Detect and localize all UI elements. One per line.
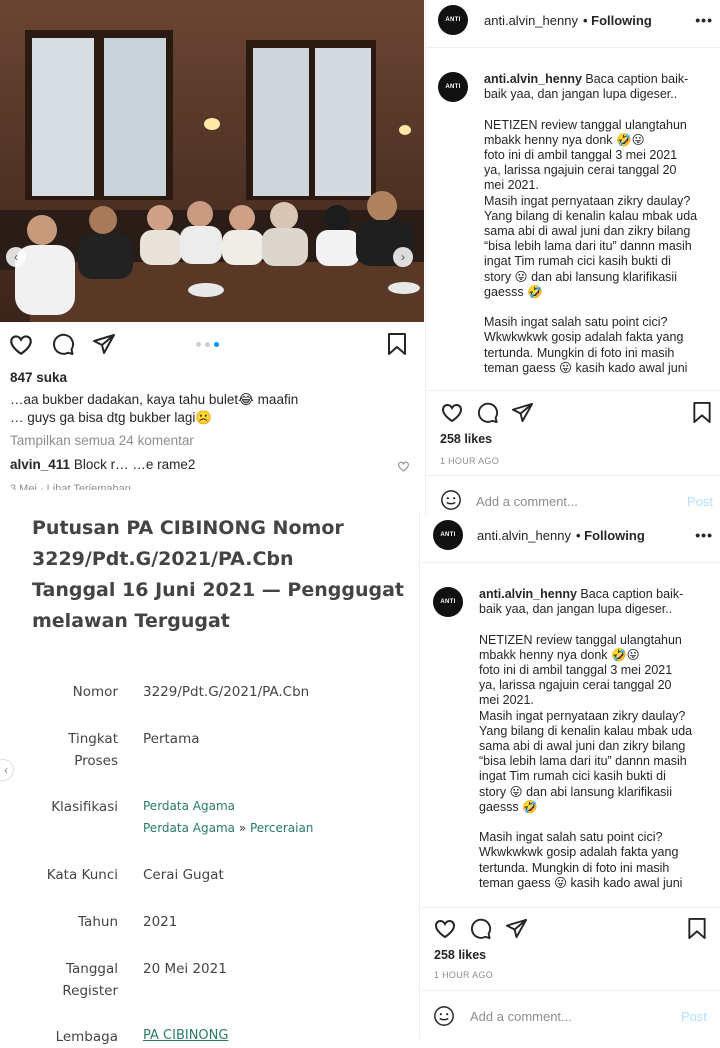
caption-text: anti.alvin_henny Baca caption baik- baik…: [484, 72, 698, 375]
carousel-next-button[interactable]: ›: [393, 247, 413, 267]
share-icon[interactable]: [511, 401, 534, 424]
label-register: Register: [62, 983, 118, 999]
document-title: Putusan PA CIBINONG Nomor 3229/Pdt.G/202…: [32, 517, 404, 632]
avatar[interactable]: ANTI: [433, 520, 463, 550]
caption-block: ANTI anti.alvin_henny Baca caption baik-…: [433, 587, 713, 905]
link-perdata-agama[interactable]: Perdata Agama: [143, 799, 235, 813]
bookmark-icon[interactable]: [386, 332, 408, 356]
caption-block: ANTI anti.alvin_henny Baca caption baik-…: [438, 72, 713, 387]
comment-icon[interactable]: [476, 401, 499, 424]
view-all-comments-link[interactable]: Tampilkan semua 24 komentar: [10, 433, 194, 448]
likes-count[interactable]: 847 suka: [10, 370, 67, 385]
heart-icon[interactable]: [433, 917, 457, 939]
likes-count[interactable]: 258 likes: [440, 432, 492, 446]
caption-line: …aa bukber dadakan, kaya tahu bulet😂 maa…: [10, 392, 299, 407]
post-comment-button[interactable]: Post: [687, 494, 713, 509]
comment-row: alvin_411 Block r… …e rame2: [10, 457, 195, 472]
post-comment-button[interactable]: Post: [681, 1009, 707, 1024]
comment-text: Block r… …e rame2: [73, 457, 196, 472]
label-klasifikasi: Klasifikasi: [51, 799, 118, 815]
username-link[interactable]: anti.alvin_henny: [477, 528, 571, 543]
carousel-dots: [196, 342, 219, 347]
left-post-info: 847 suka …aa bukber dadakan, kaya tahu b…: [0, 322, 424, 512]
heart-icon[interactable]: [8, 332, 34, 356]
label-proses: Proses: [74, 753, 118, 769]
label-tahun: Tahun: [78, 914, 118, 930]
more-options-icon[interactable]: •••: [695, 527, 713, 543]
value-nomor: 3229/Pdt.G/2021/PA.Cbn: [143, 684, 310, 700]
post-panel-top: ANTI anti.alvin_henny • Following ••• AN…: [425, 0, 720, 515]
emoji-icon[interactable]: [433, 1005, 455, 1027]
username-link[interactable]: anti.alvin_henny: [484, 13, 578, 28]
breadcrumb-klasifikasi: Perdata Agama » Perceraian: [143, 821, 314, 835]
emoji-icon[interactable]: [440, 489, 462, 511]
comment-like-icon[interactable]: [397, 460, 410, 472]
link-perdata-agama[interactable]: Perdata Agama: [143, 821, 235, 835]
following-button[interactable]: • Following: [576, 528, 645, 543]
comment-icon[interactable]: [51, 332, 75, 356]
post-time[interactable]: 1 HOUR AGO: [440, 456, 499, 466]
post-date: 3 Mei · Lihat Terjemahan: [10, 483, 131, 490]
value-tanggal: 20 Mei 2021: [143, 961, 227, 977]
bookmark-icon[interactable]: [692, 401, 712, 424]
add-comment-input[interactable]: Add a comment...: [470, 1009, 572, 1024]
bookmark-icon[interactable]: [687, 917, 707, 940]
post-panel-bottom: ANTI anti.alvin_henny • Following ••• AN…: [421, 515, 720, 1039]
value-tahun: 2021: [143, 914, 178, 930]
label-nomor: Nomor: [72, 684, 118, 700]
comment-icon[interactable]: [469, 917, 492, 940]
link-perceraian[interactable]: Perceraian: [250, 821, 313, 835]
heart-icon[interactable]: [440, 401, 464, 423]
post-header: ANTI anti.alvin_henny • Following •••: [433, 520, 713, 550]
caption-username[interactable]: anti.alvin_henny: [484, 72, 582, 86]
link-lembaga[interactable]: PA CIBINONG: [143, 1028, 228, 1043]
label-tanggal: Tanggal: [65, 961, 118, 977]
label-lembaga: Lembaga: [55, 1029, 118, 1045]
following-button[interactable]: • Following: [583, 13, 652, 28]
court-document: Putusan PA CIBINONG Nomor 3229/Pdt.G/202…: [0, 512, 420, 1045]
group-photo: ‹ ›: [0, 0, 424, 322]
label-kata-kunci: Kata Kunci: [46, 867, 118, 883]
likes-count[interactable]: 258 likes: [434, 948, 486, 962]
share-icon[interactable]: [505, 917, 528, 940]
value-tingkat: Pertama: [143, 731, 200, 747]
comment-username[interactable]: alvin_411: [10, 457, 70, 472]
carousel-prev-button[interactable]: ‹: [6, 247, 26, 267]
post-time[interactable]: 1 HOUR AGO: [434, 970, 493, 980]
avatar[interactable]: ANTI: [438, 5, 468, 35]
avatar[interactable]: ANTI: [438, 72, 468, 102]
caption-line: … guys ga bisa dtg bukber lagi☹️: [10, 410, 213, 425]
caption-username[interactable]: anti.alvin_henny: [479, 587, 577, 601]
post-header: ANTI anti.alvin_henny • Following •••: [438, 5, 713, 35]
label-tingkat: Tingkat: [68, 731, 118, 747]
value-kata-kunci: Cerai Gugat: [143, 867, 224, 883]
share-icon[interactable]: [92, 332, 116, 356]
add-comment-input[interactable]: Add a comment...: [476, 494, 578, 509]
caption-text: anti.alvin_henny Baca caption baik- baik…: [479, 587, 693, 890]
avatar[interactable]: ANTI: [433, 587, 463, 617]
more-options-icon[interactable]: •••: [695, 12, 713, 28]
